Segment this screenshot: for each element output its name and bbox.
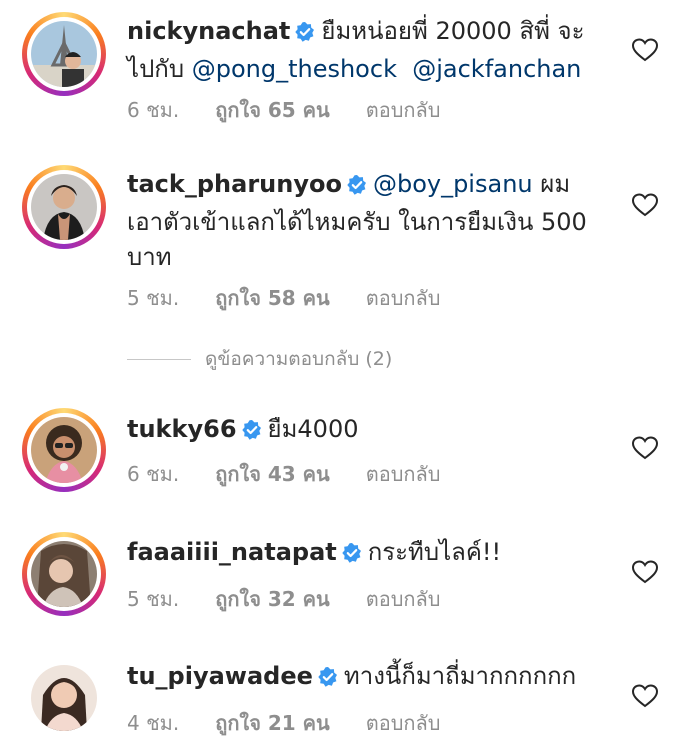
avatar-story-ring[interactable]: [22, 656, 106, 740]
like-count[interactable]: ถูกใจ 43 คน: [215, 462, 330, 486]
comment-meta: 6 ชม. ถูกใจ 65 คน ตอบกลับ: [127, 94, 476, 126]
comment-meta: 5 ชม. ถูกใจ 58 คน ตอบกลับ: [127, 282, 476, 314]
comment-username[interactable]: tack_pharunyoo: [127, 170, 342, 198]
mention-link[interactable]: @boy_pisanu: [373, 170, 533, 198]
reply-button[interactable]: ตอบกลับ: [366, 98, 441, 122]
divider-line: [127, 359, 191, 360]
avatar: [31, 21, 97, 87]
comment-timestamp: 6 ชม.: [127, 462, 180, 486]
comment-meta: 5 ชม. ถูกใจ 32 คน ตอบกลับ: [127, 583, 476, 615]
comment-timestamp: 4 ชม.: [127, 711, 180, 735]
avatar: [31, 417, 97, 483]
heart-outline-icon[interactable]: [632, 193, 658, 217]
heart-outline-icon[interactable]: [632, 560, 658, 584]
comment-text: ยืม4000: [267, 415, 359, 443]
comment-username[interactable]: tukky66: [127, 415, 237, 443]
avatar-story-ring[interactable]: [22, 408, 106, 492]
like-count[interactable]: ถูกใจ 21 คน: [215, 711, 330, 735]
comment-username[interactable]: faaaiiii_natapat: [127, 538, 337, 566]
comment-timestamp: 6 ชม.: [127, 98, 180, 122]
verified-badge-icon: [342, 538, 362, 573]
heart-outline-icon[interactable]: [632, 436, 658, 460]
reply-button[interactable]: ตอบกลับ: [366, 286, 441, 310]
comment-text: กระทืบไลค์!!: [367, 538, 502, 566]
mention-link[interactable]: @jackfanchan: [412, 55, 581, 83]
comment-meta: 6 ชม. ถูกใจ 43 คน ตอบกลับ: [127, 458, 476, 490]
mention-link[interactable]: @pong_theshock: [192, 55, 397, 83]
comment-timestamp: 5 ชม.: [127, 587, 180, 611]
avatar-story-ring[interactable]: [22, 165, 106, 249]
heart-outline-icon[interactable]: [632, 684, 658, 708]
comment-meta: 4 ชม. ถูกใจ 21 คน ตอบกลับ: [127, 707, 476, 739]
comment-text: ทางนี้ก็มาถี่มากกกกกก: [343, 662, 577, 690]
reply-button[interactable]: ตอบกลับ: [366, 462, 441, 486]
avatar: [31, 174, 97, 240]
comment-timestamp: 5 ชม.: [127, 286, 180, 310]
like-count[interactable]: ถูกใจ 32 คน: [215, 587, 330, 611]
avatar: [31, 665, 97, 731]
comment-text: ยืมหน่อยพี่ 20000 สิพี่ จะ: [321, 17, 585, 45]
avatar-story-ring[interactable]: [22, 12, 106, 96]
verified-badge-icon: [241, 415, 262, 450]
verified-badge-icon: [347, 170, 367, 205]
view-replies-label: ดูข้อความตอบกลับ (2): [205, 348, 393, 370]
verified-badge-icon: [318, 662, 338, 697]
comment-username[interactable]: nickynachat: [127, 17, 290, 45]
heart-outline-icon[interactable]: [632, 38, 658, 62]
reply-button[interactable]: ตอบกลับ: [366, 711, 441, 735]
avatar: [31, 541, 97, 607]
like-count[interactable]: ถูกใจ 58 คน: [215, 286, 330, 310]
avatar-story-ring[interactable]: [22, 532, 106, 616]
reply-button[interactable]: ตอบกลับ: [366, 587, 441, 611]
comment-text: ไปกับ: [127, 55, 185, 83]
view-replies-button[interactable]: ดูข้อความตอบกลับ (2): [127, 344, 392, 374]
like-count[interactable]: ถูกใจ 65 คน: [215, 98, 330, 122]
verified-badge-icon: [295, 17, 315, 52]
comment-username[interactable]: tu_piyawadee: [127, 662, 313, 690]
